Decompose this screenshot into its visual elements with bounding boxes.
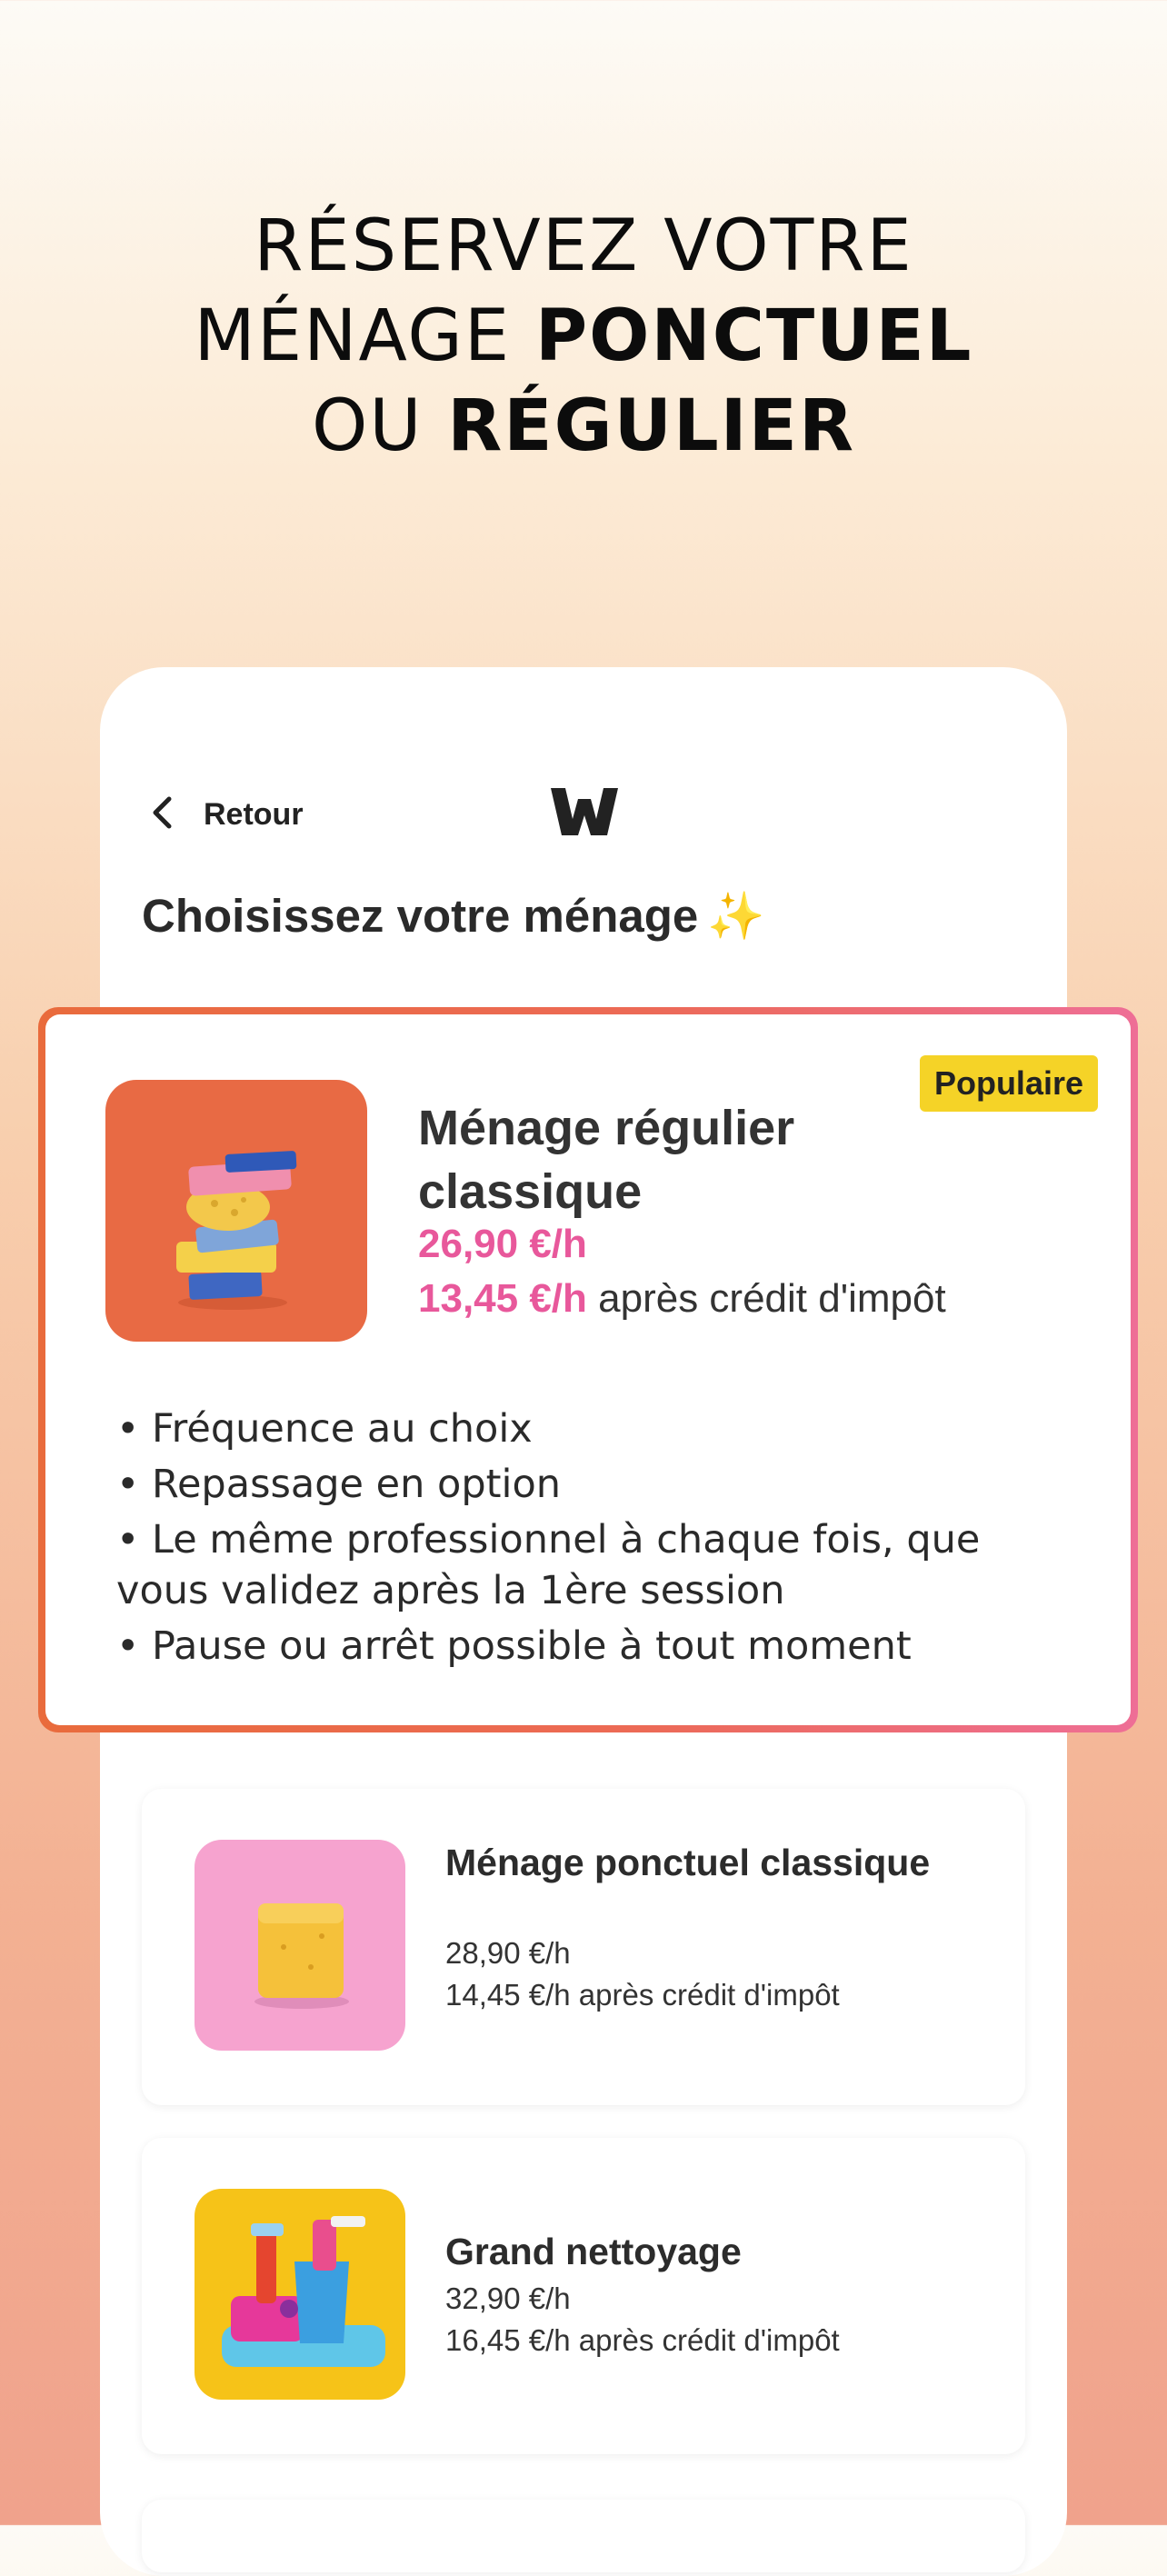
service-card-regular-body: Populaire Ménage régulier classique 26,9… bbox=[45, 1014, 1131, 1725]
feature-item: • Le même professionnel à chaque fois, q… bbox=[116, 1517, 981, 1613]
service-price-after-credit: 16,45 €/h après crédit d'impôt bbox=[445, 2323, 840, 2357]
w-logo-icon bbox=[551, 788, 618, 835]
app-top-bar: Retour bbox=[144, 777, 1023, 850]
hero-headline-line1: RÉSERVEZ VOTRE bbox=[254, 205, 913, 287]
service-price: 32,90 €/h bbox=[445, 2281, 571, 2315]
service-price: 26,90 €/h bbox=[418, 1222, 587, 1266]
hero-headline: RÉSERVEZ VOTRE MÉNAGE PONCTUEL OU RÉGULI… bbox=[0, 202, 1167, 472]
service-card-regular[interactable]: Populaire Ménage régulier classique 26,9… bbox=[38, 1007, 1138, 1732]
service-price-after-credit: 14,45 €/h après crédit d'impôt bbox=[445, 1978, 840, 2012]
popular-badge: Populaire bbox=[919, 1055, 1098, 1112]
back-button[interactable]: Retour bbox=[204, 797, 304, 833]
service-card-one-off[interactable]: Ménage ponctuel classique 28,90 €/h 14,4… bbox=[142, 1789, 1025, 2105]
sponge-image bbox=[194, 1840, 405, 2051]
service-title: Ménage ponctuel classique bbox=[445, 1842, 931, 1883]
feature-list: • Fréquence au choix • Repassage en opti… bbox=[116, 1403, 1080, 1676]
service-title: Grand nettoyage bbox=[445, 2231, 742, 2272]
hero-headline-line2: MÉNAGE PONCTUEL bbox=[194, 295, 973, 377]
service-price: 28,90 €/h bbox=[445, 1936, 571, 1970]
feature-item: • Repassage en option bbox=[116, 1462, 561, 1507]
service-price-after-credit: 13,45 €/h après crédit d'impôt bbox=[418, 1276, 946, 1321]
sparkles-icon: ✨ bbox=[707, 890, 765, 942]
service-card-partial[interactable] bbox=[142, 2500, 1025, 2572]
hero-headline-line3: OU RÉGULIER bbox=[311, 385, 856, 467]
service-title: Ménage régulier classique bbox=[418, 1101, 795, 1219]
sponge-stack-image bbox=[105, 1080, 367, 1342]
cleaning-supplies-image bbox=[194, 2189, 405, 2400]
feature-item: • Fréquence au choix bbox=[116, 1406, 533, 1452]
chevron-left-icon[interactable] bbox=[147, 795, 180, 830]
service-card-deep-clean[interactable]: Grand nettoyage 32,90 €/h 16,45 €/h aprè… bbox=[142, 2138, 1025, 2454]
page-title: Choisissez votre ménage ✨ bbox=[142, 890, 765, 942]
feature-item: • Pause ou arrêt possible à tout moment bbox=[116, 1623, 912, 1669]
